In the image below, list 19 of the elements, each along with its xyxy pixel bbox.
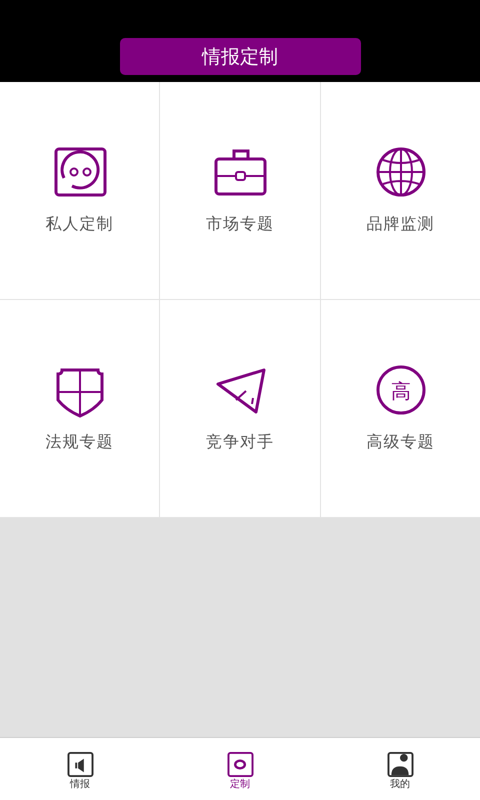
menu-tile[interactable]: 高 高级专题 xyxy=(321,300,480,518)
tab[interactable]: 情报 xyxy=(0,738,160,800)
speaker-icon xyxy=(66,752,94,777)
tile-label: 市场专题 xyxy=(206,214,274,235)
menu-tile[interactable]: 法规专题 xyxy=(0,300,160,518)
tile-label: 竞争对手 xyxy=(206,432,274,453)
person-icon xyxy=(386,752,414,777)
tab[interactable]: 定制 xyxy=(160,738,320,800)
tile-label: 高级专题 xyxy=(366,432,434,453)
menu-tile[interactable]: 市场专题 xyxy=(160,82,321,300)
menu-tile[interactable]: 品牌监测 xyxy=(321,82,480,300)
tab[interactable]: 我的 xyxy=(320,738,480,800)
page-title: 情报定制 xyxy=(120,38,360,75)
tile-label: 私人定制 xyxy=(46,214,114,235)
tile-label: 品牌监测 xyxy=(366,214,434,235)
menu-tile[interactable]: 私人定制 xyxy=(0,82,160,300)
ring-icon xyxy=(226,752,254,777)
tile-label: 法规专题 xyxy=(46,432,114,453)
menu-tile[interactable]: 竞争对手 xyxy=(160,300,321,518)
